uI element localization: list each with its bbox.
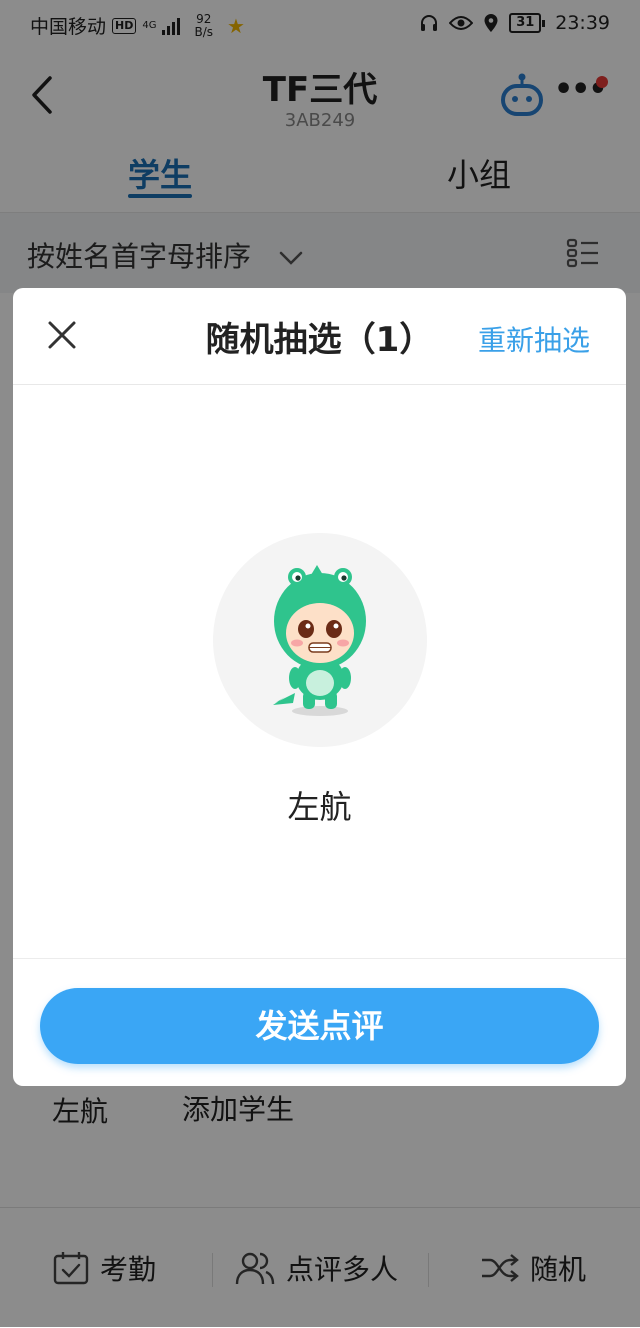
divider (13, 958, 626, 959)
dinosaur-avatar-icon (273, 565, 366, 716)
avatar (213, 533, 427, 747)
selected-student-name: 左航 (287, 788, 352, 826)
dialog-header: 随机抽选（1） 重新抽选 (13, 288, 626, 385)
random-pick-dialog: 随机抽选（1） 重新抽选 左航 发送点评 (13, 288, 626, 1086)
send-review-button[interactable]: 发送点评 (40, 988, 599, 1064)
redraw-button[interactable]: 重新抽选 (478, 319, 590, 359)
